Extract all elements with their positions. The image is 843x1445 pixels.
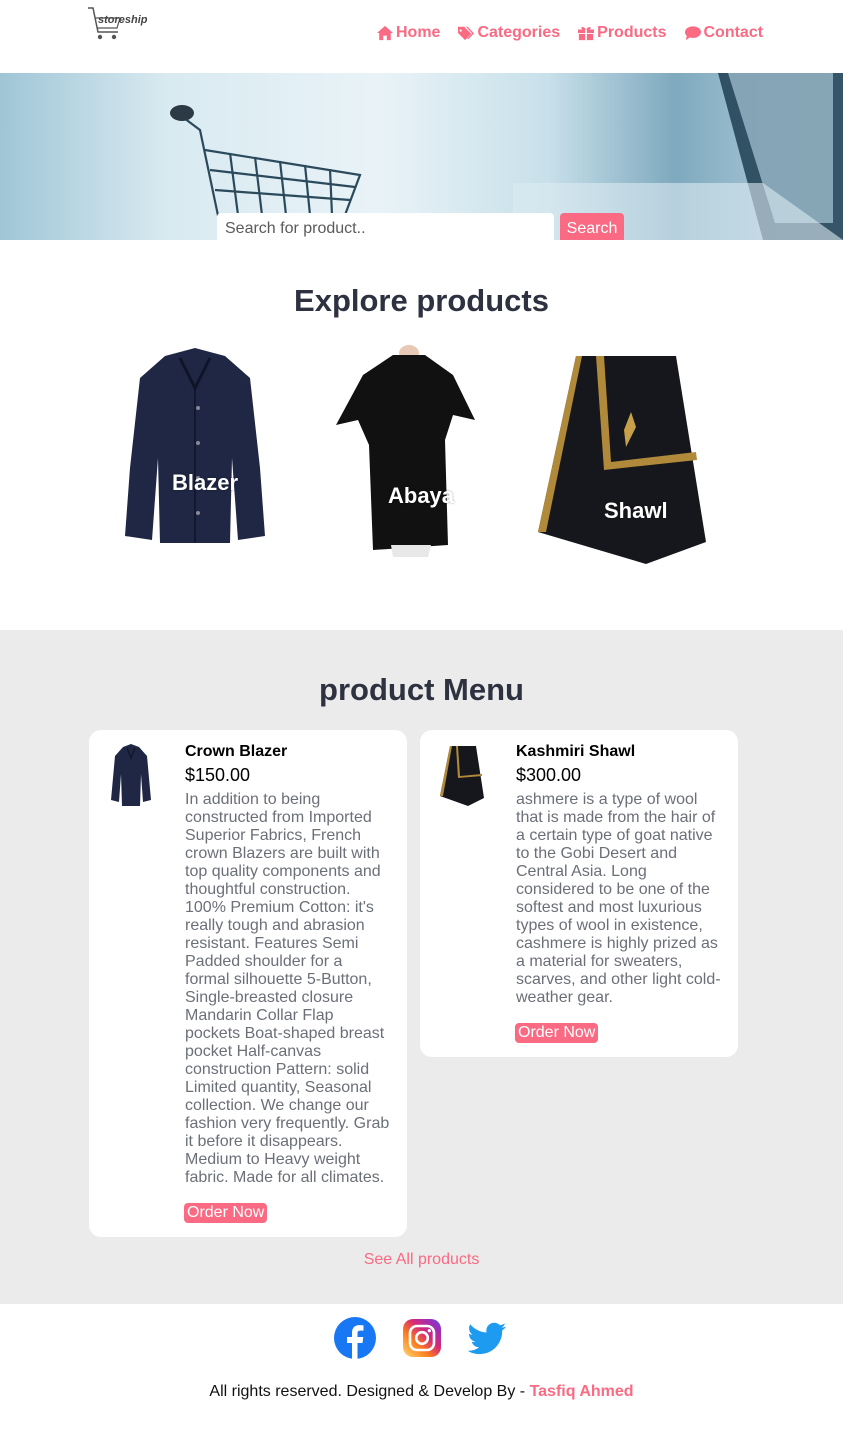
nav-categories-label: Categories <box>477 24 561 41</box>
menu-item-description: In addition to being constructed from Im… <box>185 791 390 1186</box>
menu-card-crown-blazer: Crown Blazer $150.00 In addition to bein… <box>89 730 407 1237</box>
facebook-icon[interactable] <box>334 1317 376 1359</box>
nav-home-label: Home <box>396 24 441 41</box>
logo-text: storeship <box>98 14 148 26</box>
crown-blazer-thumbnail <box>111 744 151 806</box>
blazer-image <box>125 348 265 543</box>
hero-banner: Search <box>0 73 843 240</box>
menu-item-price: $150.00 <box>185 765 251 785</box>
menu-item-price: $300.00 <box>516 765 582 785</box>
menu-item-description: ashmere is a type of wool that is made f… <box>516 791 721 1006</box>
main-nav: Home Categories Products Contact <box>376 24 763 42</box>
nav-home[interactable]: Home <box>376 24 440 42</box>
nav-products-label: Products <box>597 24 667 41</box>
footer-text: All rights reserved. Designed & Develop … <box>209 1383 530 1400</box>
tags-icon <box>458 26 475 41</box>
shawl-image <box>538 356 706 564</box>
nav-contact[interactable]: Contact <box>684 24 764 42</box>
abaya-image <box>336 345 475 557</box>
home-icon <box>377 25 393 41</box>
comment-icon <box>684 26 701 41</box>
menu-title: product Menu <box>319 672 524 707</box>
product-card-blazer[interactable]: Blazer <box>120 348 270 543</box>
gift-icon <box>578 27 595 41</box>
instagram-icon[interactable] <box>401 1317 443 1359</box>
see-all-products-link[interactable]: See All products <box>0 1251 843 1269</box>
explore-title: Explore products <box>294 283 549 318</box>
search-input[interactable] <box>217 213 554 240</box>
search-button[interactable]: Search <box>560 213 624 240</box>
product-label-abaya: Abaya <box>388 483 455 508</box>
nav-contact-label: Contact <box>703 24 764 41</box>
nav-products[interactable]: Products <box>577 24 667 42</box>
nav-categories[interactable]: Categories <box>457 24 560 42</box>
twitter-icon[interactable] <box>466 1317 508 1359</box>
order-now-button[interactable]: Order Now <box>184 1203 268 1223</box>
product-menu-section: product Menu Crown Blazer $150.00 In add… <box>0 630 843 1304</box>
product-label-shawl: Shawl <box>604 498 668 523</box>
product-card-shawl[interactable]: Shawl <box>536 352 712 564</box>
order-now-button[interactable]: Order Now <box>515 1023 599 1043</box>
logo[interactable]: storeship <box>86 6 150 42</box>
kashmiri-shawl-thumbnail <box>440 746 484 806</box>
menu-card-kashmiri-shawl: Kashmiri Shawl $300.00 ashmere is a type… <box>420 730 738 1057</box>
menu-item-name: Kashmiri Shawl <box>516 743 636 760</box>
header: storeship Home Categories Products Conta… <box>0 0 843 73</box>
footer-author-link[interactable]: Tasfiq Ahmed <box>530 1383 634 1400</box>
product-card-abaya[interactable]: Abaya <box>333 345 478 560</box>
product-label-blazer: Blazer <box>172 470 239 495</box>
footer-copyright: All rights reserved. Designed & Develop … <box>0 1383 843 1401</box>
menu-item-name: Crown Blazer <box>185 743 288 760</box>
